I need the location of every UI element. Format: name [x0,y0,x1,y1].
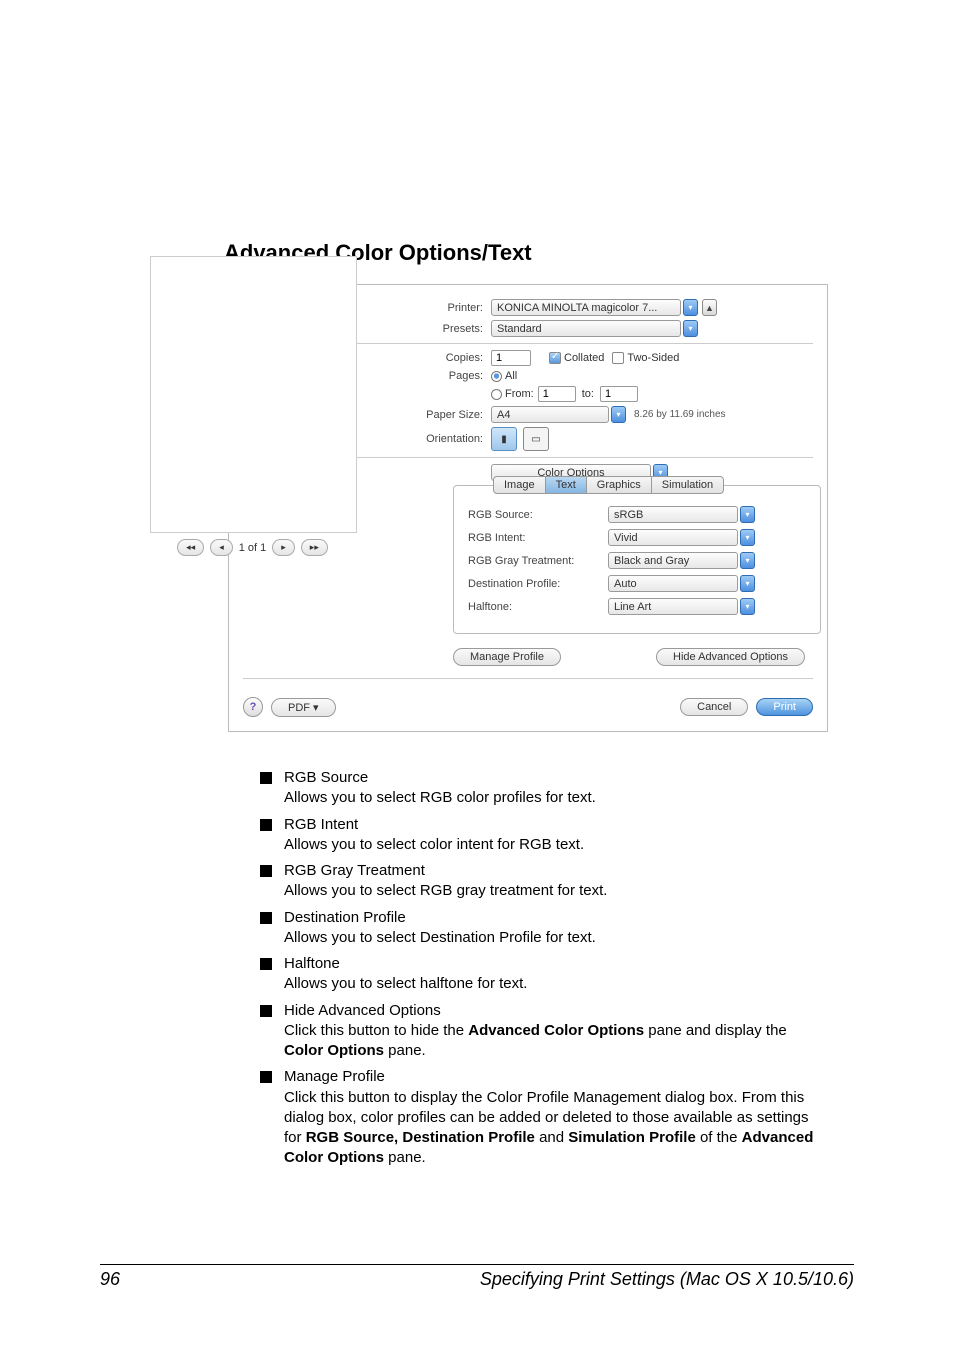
dest-profile-label: Destination Profile: [468,578,608,590]
manage-profile-button[interactable]: Manage Profile [453,648,561,666]
rgb-source-select[interactable]: sRGB [608,506,738,523]
preview-pane: ◂◂ ◂ 1 of 1 ▸ ▸▸ [150,256,355,556]
bullet-icon [260,865,272,877]
dropdown-icon[interactable] [740,575,755,592]
bullet-icon [260,1005,272,1017]
tab-simulation[interactable]: Simulation [651,476,724,494]
tab-text[interactable]: Text [545,476,587,494]
bullet-icon [260,1071,272,1083]
paper-dim: 8.26 by 11.69 inches [634,409,726,420]
pager-prev-button[interactable]: ◂ [210,539,233,556]
pages-all-label: All [505,370,517,382]
list-item: Destination ProfileAllows you to select … [284,908,820,949]
rgb-source-label: RGB Source: [468,509,608,521]
rgb-intent-label: RGB Intent: [468,532,608,544]
footer-title: Specifying Print Settings (Mac OS X 10.5… [480,1269,854,1290]
pages-all-radio[interactable] [491,371,502,382]
dropdown-icon[interactable] [740,506,755,523]
halftone-select[interactable]: Line Art [608,598,738,615]
papersize-select[interactable]: A4 [491,406,609,423]
printer-select[interactable]: KONICA MINOLTA magicolor 7... [491,299,681,316]
twosided-checkbox[interactable] [612,352,624,364]
list-item: HalftoneAllows you to select halftone fo… [284,954,820,995]
page-footer: 96 Specifying Print Settings (Mac OS X 1… [100,1264,854,1290]
print-button[interactable]: Print [756,698,813,716]
pdf-button[interactable]: PDF ▾ [271,698,336,717]
dropdown-icon[interactable] [740,529,755,546]
dropdown-icon[interactable] [740,552,755,569]
twosided-label: Two-Sided [627,352,679,364]
page-number: 96 [100,1269,120,1290]
list-item: RGB SourceAllows you to select RGB color… [284,768,820,809]
dropdown-icon[interactable] [683,299,698,316]
to-input[interactable] [600,386,638,402]
halftone-label: Halftone: [468,601,608,613]
collated-label: Collated [564,352,604,364]
to-label: to: [582,388,594,400]
pages-from-radio[interactable] [491,389,502,400]
dest-profile-select[interactable]: Auto [608,575,738,592]
collated-checkbox[interactable] [549,352,561,364]
bullet-icon [260,772,272,784]
help-icon[interactable]: ? [243,697,263,717]
bullet-icon [260,958,272,970]
list-item: RGB IntentAllows you to select color int… [284,815,820,856]
tab-graphics[interactable]: Graphics [586,476,652,494]
copies-input[interactable] [491,350,531,366]
bullet-icon [260,912,272,924]
list-item: Manage ProfileClick this button to displ… [284,1067,820,1168]
list-item: RGB Gray TreatmentAllows you to select R… [284,861,820,902]
description-list: RGB SourceAllows you to select RGB color… [260,768,820,1169]
from-input[interactable] [538,386,576,402]
orientation-landscape-icon[interactable]: ▭ [523,427,549,451]
rgb-intent-select[interactable]: Vivid [608,529,738,546]
hide-advanced-button[interactable]: Hide Advanced Options [656,648,805,666]
pager-next-button[interactable]: ▸ [272,539,295,556]
dropdown-icon[interactable] [611,406,626,423]
rgb-gray-label: RGB Gray Treatment: [468,555,608,567]
list-item: Hide Advanced OptionsClick this button t… [284,1001,820,1062]
dropdown-icon[interactable] [683,320,698,337]
tab-image[interactable]: Image [493,476,546,494]
cancel-button[interactable]: Cancel [680,698,748,716]
color-options-panel: Image Text Graphics Simulation RGB Sourc… [453,485,821,634]
rgb-gray-select[interactable]: Black and Gray [608,552,738,569]
preview-page [150,256,357,533]
pager-text: 1 of 1 [239,542,267,554]
pager-last-button[interactable]: ▸▸ [301,539,328,556]
bullet-icon [260,819,272,831]
presets-select[interactable]: Standard [491,320,681,337]
from-label: From: [505,388,534,400]
printer-info-icon[interactable]: ▲ [702,299,717,316]
orientation-portrait-icon[interactable]: ▮ [491,427,517,451]
pager-first-button[interactable]: ◂◂ [177,539,204,556]
dropdown-icon[interactable] [740,598,755,615]
